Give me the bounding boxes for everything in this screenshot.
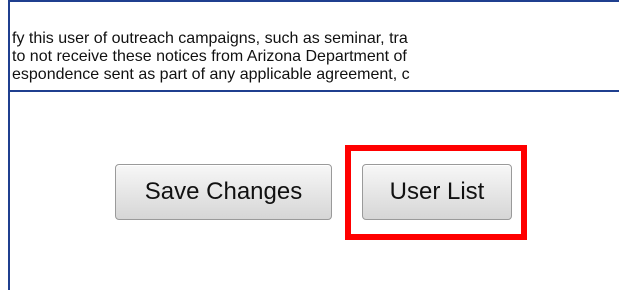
save-changes-button[interactable]: Save Changes: [115, 164, 332, 220]
section-divider: [10, 90, 619, 92]
notice-line-2: to not receive these notices from Arizon…: [12, 48, 407, 65]
notification-preferences-text: fy this user of outreach campaigns, such…: [10, 30, 619, 92]
user-list-button[interactable]: User List: [362, 164, 512, 220]
notice-line-3: espondence sent as part of any applicabl…: [12, 66, 410, 83]
notice-line-1: fy this user of outreach campaigns, such…: [12, 30, 408, 47]
